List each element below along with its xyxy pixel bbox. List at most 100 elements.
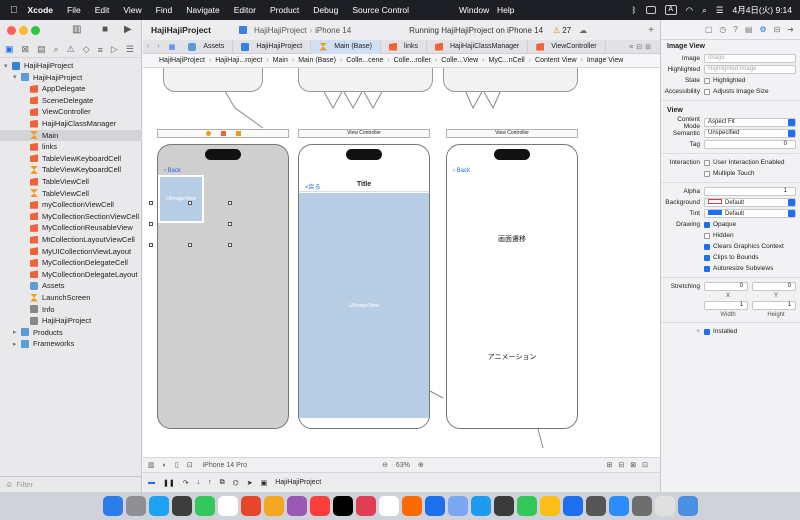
bluetooth-icon[interactable]: ᛒ bbox=[632, 5, 637, 15]
resize-handle[interactable] bbox=[149, 222, 153, 226]
tab-1[interactable]: HajiHajiProject bbox=[233, 39, 312, 54]
resize-handle[interactable] bbox=[188, 201, 192, 205]
warning-icon[interactable]: ⚠ bbox=[553, 26, 560, 35]
layout-tools-icon[interactable]: ⊞⊟⊠⊡ bbox=[607, 461, 654, 469]
scene-phone-2[interactable]: <戻る Title UIImageView bbox=[298, 144, 430, 429]
tree-item[interactable]: ▸ Products bbox=[0, 327, 142, 338]
filter-input[interactable]: Filter bbox=[16, 480, 33, 489]
scene-dock-2[interactable]: View Controller bbox=[298, 129, 430, 138]
step-over-icon[interactable]: ↷ bbox=[183, 479, 189, 487]
breadcrumb-item[interactable]: Colle...cene bbox=[342, 57, 387, 64]
menu-help[interactable]: Help bbox=[490, 5, 521, 15]
selected-image-view[interactable]: UIImageView bbox=[158, 175, 204, 223]
identity-icon[interactable]: ▤ bbox=[745, 25, 753, 34]
size-icon[interactable]: ⊟ bbox=[774, 25, 781, 34]
adjusts-size-checkbox[interactable] bbox=[704, 88, 710, 95]
back-button[interactable]: ‹ Back bbox=[453, 168, 470, 174]
minimize-window-button[interactable] bbox=[19, 26, 28, 35]
zoom-out-icon[interactable]: ⊖ bbox=[382, 461, 388, 469]
dock-app-icon[interactable] bbox=[263, 496, 284, 516]
clears-checkbox[interactable] bbox=[704, 243, 710, 250]
file-inspector-icon[interactable]: ▢ bbox=[705, 25, 713, 34]
tab-forward-icon[interactable]: › bbox=[153, 43, 163, 50]
document-outline-icon[interactable]: ▥ bbox=[148, 461, 155, 469]
project-navigator-icon[interactable]: ▣ bbox=[5, 44, 14, 55]
back-button[interactable]: ‹ Back bbox=[164, 168, 181, 174]
resize-handle[interactable] bbox=[228, 243, 232, 247]
tree-item[interactable]: Info bbox=[0, 304, 142, 315]
symbol-navigator-icon[interactable]: ▤ bbox=[37, 44, 46, 55]
tab-4[interactable]: HajiHajiClassManager bbox=[427, 39, 529, 54]
menu-editor[interactable]: Editor bbox=[227, 5, 263, 15]
breadcrumb-item[interactable]: Content View bbox=[531, 57, 581, 64]
pause-icon[interactable]: ❚❚ bbox=[163, 479, 175, 487]
zoom-level[interactable]: 63% bbox=[396, 462, 410, 469]
report-navigator-icon[interactable]: ☰ bbox=[126, 44, 134, 55]
transition-label[interactable]: 画面遷移 bbox=[447, 234, 577, 244]
dock-app-icon[interactable] bbox=[470, 496, 491, 516]
menu-find[interactable]: Find bbox=[149, 5, 180, 15]
dock-app-icon[interactable] bbox=[102, 496, 123, 516]
step-in-icon[interactable]: ↓ bbox=[197, 479, 201, 486]
highlighted-checkbox[interactable] bbox=[704, 77, 710, 84]
menu-debug[interactable]: Debug bbox=[306, 5, 345, 15]
tab-2[interactable]: Main (Base) bbox=[311, 39, 381, 54]
image-field[interactable]: Image bbox=[704, 54, 796, 63]
dock-app-icon[interactable] bbox=[447, 496, 468, 516]
breadcrumb-item[interactable]: Main bbox=[269, 57, 292, 64]
dock-app-icon[interactable] bbox=[355, 496, 376, 516]
chevron-down-icon[interactable]: ▾ bbox=[13, 73, 21, 81]
tree-item[interactable]: AppDelegate bbox=[0, 83, 142, 94]
tree-item[interactable]: HajiHajiProject bbox=[0, 315, 142, 326]
tree-item[interactable]: TableViewCell bbox=[0, 176, 142, 187]
test-navigator-icon[interactable]: ◇ bbox=[83, 44, 90, 55]
breakpoint-navigator-icon[interactable]: ▷ bbox=[111, 44, 118, 55]
tree-item[interactable]: MyCollectionReusableView bbox=[0, 222, 142, 233]
location-icon[interactable]: ➤ bbox=[247, 479, 253, 487]
tree-item[interactable]: TableViewKeyboardCell bbox=[0, 164, 142, 175]
view-debugger-icon[interactable]: ⧉ bbox=[220, 479, 225, 487]
dock-app-icon[interactable] bbox=[677, 496, 698, 516]
stretch-y-field[interactable]: 0 bbox=[752, 282, 796, 291]
hidden-checkbox[interactable] bbox=[704, 232, 710, 239]
dock-app-icon[interactable] bbox=[378, 496, 399, 516]
chevron-down-icon[interactable]: ▾ bbox=[4, 62, 12, 70]
tint-select[interactable]: Default bbox=[704, 209, 796, 218]
content-mode-select[interactable]: Aspect Fit bbox=[704, 118, 796, 127]
scene-top-1[interactable] bbox=[163, 68, 263, 92]
breadcrumb-item[interactable]: Image View bbox=[583, 57, 627, 64]
background-select[interactable]: Default bbox=[704, 198, 796, 207]
opaque-checkbox[interactable] bbox=[704, 221, 710, 228]
resize-handle[interactable] bbox=[188, 243, 192, 247]
tree-item[interactable]: LaunchScreen bbox=[0, 292, 142, 303]
control-center-icon[interactable]: ☰ bbox=[716, 5, 724, 16]
scene-top-3[interactable] bbox=[443, 68, 578, 92]
autoresize-checkbox[interactable] bbox=[704, 265, 710, 272]
tree-item[interactable]: SceneDelegate bbox=[0, 95, 142, 106]
clips-checkbox[interactable] bbox=[704, 254, 710, 261]
tree-item[interactable]: Main bbox=[0, 129, 142, 141]
dock-app-icon[interactable] bbox=[309, 496, 330, 516]
dock-app-icon[interactable] bbox=[217, 496, 238, 516]
scene-phone-1[interactable]: ‹ Back UIImageView bbox=[157, 144, 289, 429]
dock-app-icon[interactable] bbox=[562, 496, 583, 516]
zoom-window-button[interactable] bbox=[31, 26, 40, 35]
chevron-right-icon[interactable]: ▸ bbox=[13, 340, 21, 348]
tab-5[interactable]: ViewController bbox=[528, 39, 606, 54]
scene-dock-1[interactable] bbox=[157, 129, 289, 138]
tree-item[interactable]: Assets bbox=[0, 280, 142, 291]
tree-item[interactable]: ▾ HajiHajiProject bbox=[0, 72, 142, 83]
tree-item[interactable]: MyCollectionSectionViewCell bbox=[0, 211, 142, 222]
debug-navigator-icon[interactable]: ≡ bbox=[98, 45, 103, 55]
tab-0[interactable]: Assets bbox=[180, 39, 234, 54]
dock-app-icon[interactable] bbox=[171, 496, 192, 516]
add-icon[interactable]: + bbox=[648, 25, 654, 36]
apple-menu-icon[interactable]:  bbox=[0, 5, 28, 16]
breadcrumb-item[interactable]: HajiHajiProject bbox=[155, 57, 209, 64]
input-method[interactable]: A bbox=[664, 5, 677, 15]
help-icon[interactable]: ? bbox=[733, 25, 737, 34]
dock-app-icon[interactable] bbox=[539, 496, 560, 516]
uie-checkbox[interactable] bbox=[704, 159, 710, 166]
installed-checkbox[interactable] bbox=[704, 328, 710, 335]
battery-icon[interactable] bbox=[645, 6, 656, 14]
